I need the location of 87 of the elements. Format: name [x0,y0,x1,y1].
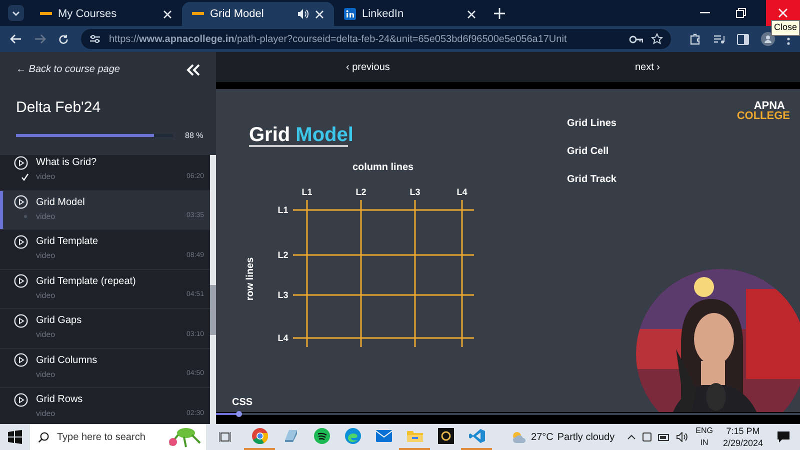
next-link[interactable]: next › [634,60,660,74]
lesson-type: video [36,210,56,222]
dot-icon [24,215,26,218]
search-field[interactable]: Type here to search [30,424,206,450]
previous-link[interactable]: ‹ previous [346,60,390,74]
volume-icon[interactable] [676,432,688,442]
browser-tab[interactable]: My Courses [30,2,182,26]
play-icon [14,156,28,170]
close-icon[interactable] [467,10,476,18]
column-label: L1 [302,187,312,197]
search-icon [38,432,49,442]
column-label: L3 [410,187,420,197]
minimize-icon[interactable] [700,12,710,14]
lesson-title: Grid Columns [36,354,98,368]
play-icon [14,195,28,209]
reload-icon[interactable] [58,34,69,44]
row-label: L2 [278,250,288,260]
notification-icon[interactable] [777,431,790,443]
back-link[interactable]: ← Back to course page [16,62,120,77]
address-field[interactable]: https://www.apnacollege.in/path-player?courseid=delta-feb-24&unit=65e053bd6f96500e5e056a17Unit [81,29,671,49]
profile-icon[interactable] [761,32,775,46]
device-icon[interactable] [642,432,652,442]
progress-percent: 88 % [185,130,204,142]
search-placeholder: Type here to search [57,430,146,444]
lesson-title: Grid Template (repeat) [36,274,136,288]
forward-icon[interactable] [34,34,46,44]
new-tab-icon[interactable] [494,8,505,18]
seek-handle[interactable] [236,411,242,417]
close-icon[interactable] [163,10,172,18]
language-indicator[interactable]: ENG [696,425,713,437]
course-title: Delta Feb'24 [16,98,102,118]
extensions-icon[interactable] [689,33,701,45]
clock-date[interactable]: 2/29/2024 [722,437,763,449]
star-icon[interactable] [651,33,663,45]
battery-icon[interactable] [658,434,670,440]
slide-title: Grid Model [249,124,354,146]
speaker-icon[interactable] [297,8,309,20]
play-icon [14,392,28,406]
row-label: L1 [278,205,288,215]
play-icon [14,353,28,367]
weather-condition: Partly cloudy [557,430,615,444]
logo: APNA COLLEGE [736,100,790,122]
column-label: L2 [356,187,366,197]
browser-tab[interactable]: Grid Model [182,2,334,26]
lesson-title: Grid Template [36,235,98,249]
site-settings-icon[interactable] [89,34,101,44]
play-icon [14,314,28,328]
side-panel-icon[interactable] [737,34,749,44]
favicon-icon [40,12,52,16]
lesson-title: Grid Rows [36,393,83,407]
lesson-type: video [36,408,56,420]
lesson-type: video [36,171,56,183]
slide-term: Grid Lines [567,118,616,129]
lesson-type: video [36,290,56,302]
tooltip: Close [770,20,800,36]
row-caption: row lines [245,257,256,301]
lesson-title: Grid Model [36,196,85,210]
lesson-type: video [36,329,56,341]
lesson-type: video [36,250,56,262]
temperature: 27°C [531,430,554,444]
lesson-title: What is Grid? [36,156,97,170]
lesson-type: video [36,368,56,380]
scrollbar-thumb[interactable] [210,285,216,335]
url-text: https://www.apnacollege.in/path-player?courseid=delta-feb-24&unit=65e053bd6f96500e5e056a17Unit [109,32,568,46]
lesson-title: Grid Gaps [36,314,82,328]
topic-label: CSS [232,397,253,408]
back-icon[interactable] [10,34,22,44]
slide-term: Grid Track [567,174,616,185]
play-icon [14,274,28,288]
slide-term: Grid Cell [567,146,609,157]
linkedin-icon [344,8,356,20]
column-caption: column lines [352,162,414,173]
tab-search-icon[interactable] [8,5,24,21]
favicon-icon [192,12,204,16]
browser-tab[interactable]: LinkedIn [334,2,486,26]
key-icon[interactable] [629,34,643,44]
chevron-up-icon[interactable] [626,434,636,440]
restore-icon[interactable] [736,8,746,18]
close-icon[interactable] [315,10,324,18]
column-label: L4 [456,187,468,197]
row-label: L4 [278,333,288,343]
clock-time[interactable]: 7:15 PM [726,425,760,437]
media-icon[interactable] [713,34,725,44]
play-icon [14,234,28,248]
row-label: L3 [278,290,288,300]
language-indicator[interactable]: IN [700,437,708,449]
collapse-icon[interactable] [186,64,200,76]
